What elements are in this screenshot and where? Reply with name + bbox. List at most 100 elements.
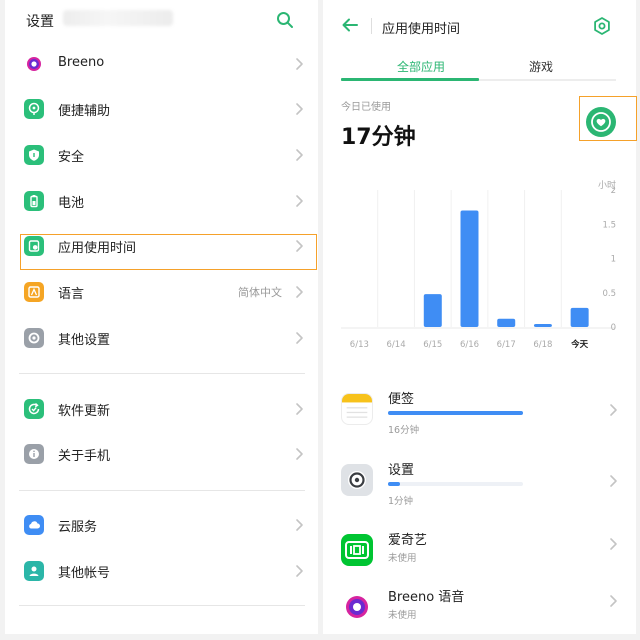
today-usage-value: 17分钟 [341,125,416,150]
settings-item-label: 应用使用时间 [58,241,137,256]
title-separator [371,18,372,34]
tab-indicator [341,78,479,81]
app-usage-panel: 应用使用时间 全部应用 游戏 今日已使用 17分钟 小时 2 1.5 1 0.5 0 6/1… [323,0,636,634]
chevron-right-icon [296,403,303,415]
app-usage-bar [388,411,523,415]
settings-item-battery[interactable]: 电池 [5,181,318,221]
app-name: Breeno 语音 [388,590,465,605]
other-settings-icon [24,328,44,348]
y-tick-label: 0.5 [602,289,616,299]
cloud-icon [24,515,44,535]
settings-panel: 设置 Breeno 便捷辅助 安全 电池 应用使用时间 语言 简体中文 其他设置 软件更新 关于手… [5,0,318,634]
group-divider [19,373,305,374]
chart-bar [570,307,589,327]
settings-item-breeno[interactable]: Breeno [5,44,318,84]
chevron-right-icon [296,149,303,161]
settings-item-label: 其他帐号 [58,566,111,581]
chart-bar [497,318,516,327]
notes-icon [341,393,373,425]
x-tick-label: 6/16 [460,340,479,350]
chevron-right-icon [610,595,617,607]
back-arrow-icon[interactable] [341,16,359,34]
about-phone-icon [24,444,44,464]
y-tick-label: 1.5 [602,220,616,230]
app-name: 便签 [388,392,415,407]
page-title: 应用使用时间 [382,22,461,37]
tab-all-apps[interactable]: 全部应用 [397,58,445,75]
settings-item-other-settings[interactable]: 其他设置 [5,318,318,358]
x-tick-label: 6/13 [350,340,369,350]
app-usage-bar-fill [388,411,523,415]
app-usage-row[interactable]: 爱奇艺 未使用 [323,526,636,582]
heart-icon [591,112,611,132]
iqiyi-icon [341,534,373,566]
tab-games[interactable]: 游戏 [529,58,553,75]
app-name: 设置 [388,463,415,478]
settings-item-label: 云服务 [58,520,98,535]
chevron-right-icon [296,519,303,531]
language-icon [24,282,44,302]
update-icon [24,399,44,419]
app-usage-time: 未使用 [388,553,417,564]
settings-item-label: 软件更新 [58,404,111,419]
chevron-right-icon [296,448,303,460]
settings-item-assist[interactable]: 便捷辅助 [5,89,318,129]
settings-item-label: 关于手机 [58,449,111,464]
settings-item-security-shield[interactable]: 安全 [5,135,318,175]
chevron-right-icon [296,332,303,344]
battery-icon [24,191,44,211]
settings-item-label: 安全 [58,150,85,165]
breeno-icon [24,54,44,74]
app-usage-time: 未使用 [388,610,417,621]
chevron-right-icon [296,240,303,252]
app-usage-time: 1分钟 [388,496,414,507]
app-name: 爱奇艺 [388,533,428,548]
breeno-voice-icon [341,591,373,623]
blurred-content [63,10,173,26]
y-tick-label: 0 [611,323,616,333]
health-button[interactable] [586,107,616,137]
y-tick-label: 1 [611,255,616,265]
x-tick-label: 6/14 [387,340,406,350]
chevron-right-icon [610,475,617,487]
chevron-right-icon [296,58,303,70]
group-divider [19,605,305,606]
x-tick-label: 6/18 [533,340,552,350]
app-usage-row[interactable]: 便签 16分钟 [323,385,636,441]
chevron-right-icon [296,195,303,207]
settings-item-language[interactable]: 语言 简体中文 [5,272,318,312]
usage-chart: 小时21.510.506/13 6/14 6/15 6/16 6/17 6/18 今天 [341,179,616,350]
settings-app-icon [341,464,373,496]
app-usage-time: 16分钟 [388,425,420,436]
x-tick-label: 6/17 [497,340,516,350]
assist-icon [24,99,44,119]
settings-item-label: 电池 [58,196,85,211]
chevron-right-icon [296,565,303,577]
search-icon[interactable] [275,10,295,30]
chevron-right-icon [610,404,617,416]
settings-item-cloud[interactable]: 云服务 [5,505,318,545]
chevron-right-icon [296,103,303,115]
app-usage-row[interactable]: 设置 1分钟 [323,456,636,512]
chart-bar [533,324,552,327]
account-icon [24,561,44,581]
x-tick-label: 6/15 [423,340,442,350]
chevron-right-icon [610,538,617,550]
group-divider [19,490,305,491]
chart-bar [423,294,442,327]
y-tick-label: 2 [611,186,616,196]
settings-item-label: 便捷辅助 [58,104,111,119]
chevron-right-icon [296,286,303,298]
settings-item-update[interactable]: 软件更新 [5,389,318,429]
x-tick-label: 今天 [570,339,589,350]
app-usage-row[interactable]: Breeno 语音未使用 [323,583,636,634]
settings-item-label: Breeno [58,55,105,70]
settings-item-app-usage[interactable]: 应用使用时间 [5,226,318,266]
settings-item-value: 简体中文 [238,286,282,299]
app-usage-bar [388,482,523,486]
app-usage-icon [24,236,44,256]
settings-item-account[interactable]: 其他帐号 [5,551,318,591]
gear-icon[interactable] [592,16,612,36]
today-usage-label: 今日已使用 [341,102,391,113]
settings-item-about-phone[interactable]: 关于手机 [5,434,318,474]
